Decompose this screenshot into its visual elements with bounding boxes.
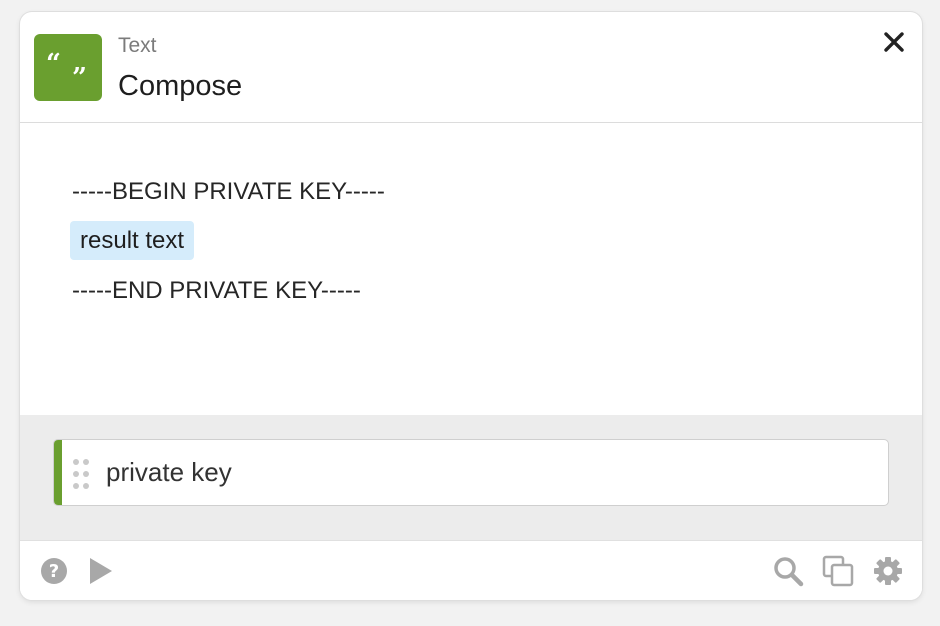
- settings-button[interactable]: [872, 555, 904, 587]
- action-title: Compose: [118, 70, 243, 102]
- gear-icon: [874, 557, 902, 585]
- compose-text-editor[interactable]: -----BEGIN PRIVATE KEY----- result text …: [20, 123, 922, 415]
- svg-text:?: ?: [49, 561, 59, 582]
- search-icon: [774, 557, 804, 587]
- help-button[interactable]: ?: [38, 555, 70, 587]
- close-button[interactable]: [878, 26, 910, 58]
- parameter-input[interactable]: [106, 450, 866, 494]
- quote-icon: “ ”: [34, 34, 102, 101]
- text-line: -----BEGIN PRIVATE KEY-----: [72, 178, 385, 205]
- action-card: “ ” Text Compose -----BEGIN PRIVATE KEY-…: [20, 12, 922, 600]
- duplicate-icon: [822, 555, 854, 587]
- run-button[interactable]: [84, 555, 116, 587]
- help-icon: ?: [41, 558, 67, 584]
- drag-handle-icon[interactable]: [70, 454, 92, 494]
- parameter-row: [53, 439, 889, 506]
- svg-text:“: “: [46, 49, 61, 79]
- text-line: -----END PRIVATE KEY-----: [72, 277, 361, 304]
- parameters-area: [20, 415, 922, 540]
- parameter-accent-bar: [54, 440, 62, 505]
- svg-text:”: ”: [72, 63, 87, 93]
- play-icon: [90, 558, 112, 584]
- action-type-label: Text: [118, 34, 157, 57]
- action-footer: ?: [20, 540, 922, 600]
- variable-token[interactable]: result text: [70, 221, 195, 260]
- search-button[interactable]: [772, 555, 804, 587]
- duplicate-button[interactable]: [822, 555, 854, 587]
- close-icon: [884, 32, 904, 52]
- action-header: “ ” Text Compose: [20, 12, 922, 123]
